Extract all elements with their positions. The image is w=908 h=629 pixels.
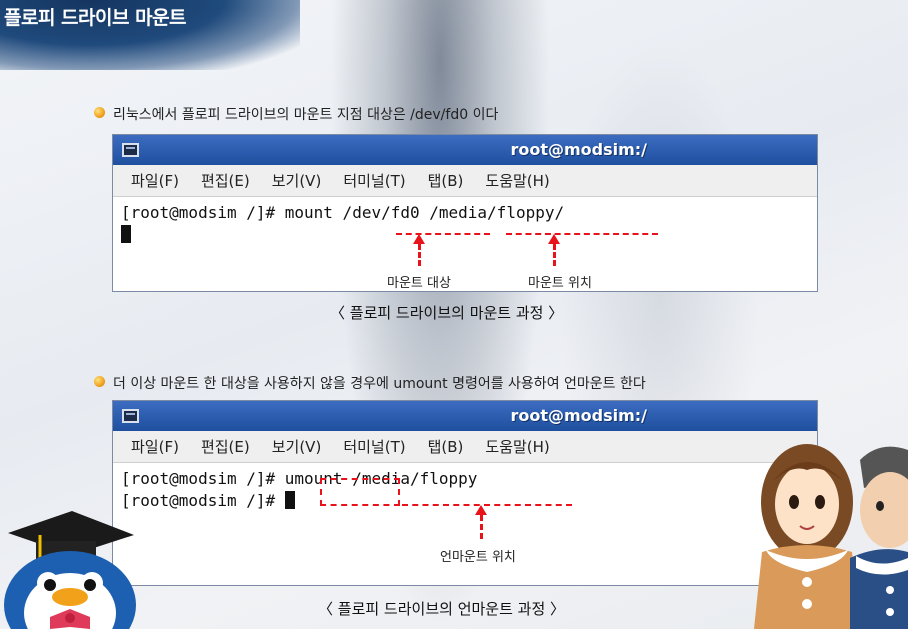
- section2-description: 더 이상 마운트 한 대상을 사용하지 않을 경우에 umount 명령어를 사…: [113, 376, 646, 392]
- location-arrow-line: [553, 244, 556, 266]
- menu-help[interactable]: 도움말(H): [485, 170, 549, 191]
- bullet-icon: [94, 376, 105, 387]
- command-line: [root@modsim /]# umount /media/floppy: [121, 469, 478, 488]
- terminal-title: root@modsim:/: [510, 140, 647, 159]
- menu-terminal[interactable]: 터미널(T): [343, 436, 405, 457]
- terminal-menubar: 파일(F) 편집(E) 보기(V) 터미널(T) 탭(B) 도움말(H): [113, 431, 817, 463]
- unmount-arrow-head: [475, 505, 487, 515]
- cursor: [284, 491, 295, 509]
- menu-view[interactable]: 보기(V): [272, 170, 322, 191]
- menu-file[interactable]: 파일(F): [131, 170, 179, 191]
- terminal-content[interactable]: [root@modsim /]# mount /dev/fd0 /media/f…: [113, 197, 817, 247]
- menu-tabs[interactable]: 탭(B): [428, 170, 464, 191]
- bullet-icon: [94, 107, 105, 118]
- cursor-line: [121, 225, 817, 247]
- figure-caption-mount: 〈 플로피 드라이브의 마운트 과정 〉: [330, 304, 564, 322]
- annotation-unmount-location: 언마운트 위치: [440, 550, 516, 565]
- menu-edit[interactable]: 편집(E): [201, 170, 250, 191]
- umount-highlight-box: [320, 478, 400, 506]
- prompt-line: [root@modsim /]#: [121, 491, 817, 513]
- annotation-mount-location: 마운트 위치: [528, 276, 592, 291]
- command-line: [root@modsim /]# mount /dev/fd0 /media/f…: [121, 203, 565, 222]
- prompt-text: [root@modsim /]#: [121, 491, 285, 510]
- menu-tabs[interactable]: 탭(B): [428, 436, 464, 457]
- terminal-titlebar[interactable]: root@modsim:/: [113, 135, 817, 165]
- section1-description: 리눅스에서 플로피 드라이브의 마운트 지점 대상은 /dev/fd0 이다: [113, 107, 499, 123]
- menu-terminal[interactable]: 터미널(T): [343, 170, 405, 191]
- terminal-icon[interactable]: [122, 143, 139, 157]
- terminal-titlebar[interactable]: root@modsim:/: [113, 401, 817, 431]
- man-character-icon: [850, 446, 908, 629]
- unmount-arrow-line: [480, 515, 483, 539]
- penguin-mascot-icon: [4, 511, 136, 629]
- cursor: [121, 225, 131, 243]
- terminal-window-mount[interactable]: root@modsim:/ 파일(F) 편집(E) 보기(V) 터미널(T) 탭…: [112, 134, 818, 292]
- target-arrow-line: [418, 244, 421, 266]
- target-arrow-head: [413, 234, 425, 244]
- target-underline: [396, 233, 490, 235]
- terminal-menubar: 파일(F) 편집(E) 보기(V) 터미널(T) 탭(B) 도움말(H): [113, 165, 817, 197]
- location-underline: [506, 233, 658, 235]
- girl-character-icon: [754, 444, 860, 629]
- menu-help[interactable]: 도움말(H): [485, 436, 549, 457]
- location-arrow-head: [548, 234, 560, 244]
- title-banner: 플로피 드라이브 마운트: [0, 0, 300, 70]
- menu-file[interactable]: 파일(F): [131, 436, 179, 457]
- annotation-mount-target: 마운트 대상: [387, 276, 451, 291]
- unmount-location-underline: [402, 504, 572, 506]
- terminal-icon[interactable]: [122, 409, 139, 423]
- menu-view[interactable]: 보기(V): [272, 436, 322, 457]
- terminal-title: root@modsim:/: [510, 406, 647, 425]
- figure-caption-umount: 〈 플로피 드라이브의 언마운트 과정 〉: [318, 600, 566, 618]
- page-title: 플로피 드라이브 마운트: [4, 7, 187, 29]
- menu-edit[interactable]: 편집(E): [201, 436, 250, 457]
